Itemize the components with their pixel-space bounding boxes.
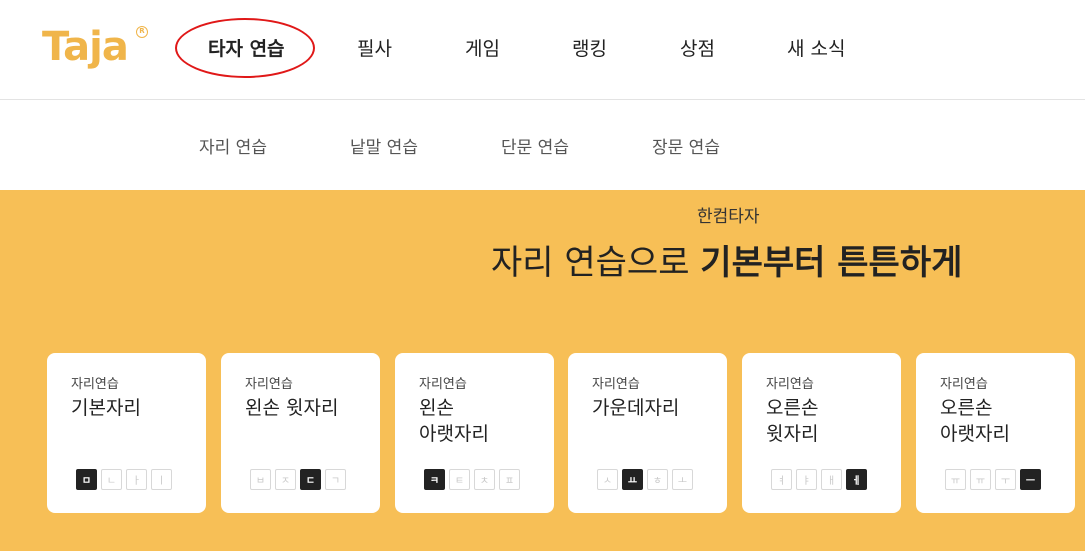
key-row: ㅕㅑㅐㅔ [771, 469, 867, 490]
key-cap: ㅔ [846, 469, 867, 490]
key-cap: ㅕ [771, 469, 792, 490]
key-cap: ㄷ [300, 469, 321, 490]
key-row: ㅅㅛㅎㅗ [597, 469, 693, 490]
nav-item-shop[interactable]: 상점 [680, 36, 715, 62]
nav-item-news[interactable]: 새 소식 [787, 36, 845, 62]
key-row: ㅁㄴㅏㅣ [76, 469, 172, 490]
card-title: 가운데자리 [592, 397, 680, 419]
card-title: 기본자리 [71, 397, 141, 419]
card-kicker: 자리연습 [71, 377, 119, 392]
practice-card[interactable]: 자리연습왼손 아랫자리 ㅋㅌㅊㅍ [395, 353, 554, 513]
nav-item-ranking[interactable]: 랭킹 [572, 36, 607, 62]
card-kicker: 자리연습 [419, 377, 467, 392]
card-kicker: 자리연습 [592, 377, 640, 392]
key-cap: ㅠ [945, 469, 966, 490]
card-title: 왼손 윗자리 [245, 397, 339, 419]
key-cap: ㅣ [151, 469, 172, 490]
card-title: 오른손 아랫자리 [940, 397, 1010, 445]
site-header: Taja R 타자 연습 필사 게임 랭킹 상점 새 소식 [0, 0, 1085, 100]
sub-nav: 자리 연습 낱말 연습 단문 연습 장문 연습 [0, 101, 1085, 189]
key-row: ㅂㅈㄷㄱ [250, 469, 346, 490]
practice-card[interactable]: 자리연습 오른손 아랫자리 ㅠㅠㅜㅡ [916, 353, 1075, 513]
card-kicker: 자리연습 [766, 377, 814, 392]
key-row: ㅋㅌㅊㅍ [424, 469, 520, 490]
practice-card[interactable]: 자리연습오른손 윗자리 ㅕㅑㅐㅔ [742, 353, 901, 513]
card-title: 오른손 윗자리 [766, 397, 819, 445]
headline-light: 자리 연습으로 [491, 243, 701, 283]
main-nav: 타자 연습 필사 게임 랭킹 상점 새 소식 [0, 0, 1085, 100]
key-cap: ㅡ [1020, 469, 1041, 490]
key-cap: ㅍ [499, 469, 520, 490]
subnav-item-short-sentence[interactable]: 단문 연습 [501, 133, 569, 158]
key-cap: ㅠ [970, 469, 991, 490]
subnav-item-long-text[interactable]: 장문 연습 [652, 133, 720, 158]
headline-bold: 기본부터 튼튼하게 [700, 243, 963, 283]
subnav-item-key-position[interactable]: 자리 연습 [199, 133, 267, 158]
nav-item-game[interactable]: 게임 [465, 36, 500, 62]
key-cap: ㅏ [126, 469, 147, 490]
subnav-item-word[interactable]: 낱말 연습 [350, 133, 418, 158]
key-cap: ㅛ [622, 469, 643, 490]
key-cap: ㄴ [101, 469, 122, 490]
key-cap: ㅋ [424, 469, 445, 490]
key-cap: ㅂ [250, 469, 271, 490]
key-cap: ㅐ [821, 469, 842, 490]
practice-card[interactable]: 자리연습가운데자리 ㅅㅛㅎㅗ [568, 353, 727, 513]
key-cap: ㅅ [597, 469, 618, 490]
key-cap: ㅈ [275, 469, 296, 490]
nav-label: 타자 연습 [208, 38, 285, 60]
key-cap: ㅑ [796, 469, 817, 490]
hero-banner: 한컴타자 자리 연습으로 기본부터 튼튼하게 자리연습기본자리 ㅁㄴㅏㅣ 자리연습왼… [0, 190, 1085, 551]
practice-card[interactable]: 자리연습왼손 윗자리 ㅂㅈㄷㄱ [221, 353, 380, 513]
key-cap: ㅜ [995, 469, 1016, 490]
practice-card[interactable]: 자리연습기본자리 ㅁㄴㅏㅣ [47, 353, 206, 513]
key-cap: ㅌ [449, 469, 470, 490]
key-cap: ㅗ [672, 469, 693, 490]
key-cap: ㄱ [325, 469, 346, 490]
banner-headline: 자리 연습으로 기본부터 튼튼하게 [491, 235, 962, 284]
card-kicker: 자리연습 [245, 377, 293, 392]
key-row: ㅠㅠㅜㅡ [945, 469, 1041, 490]
key-cap: ㅊ [474, 469, 495, 490]
nav-item-transcription[interactable]: 필사 [357, 36, 392, 62]
key-cap: ㅎ [647, 469, 668, 490]
nav-item-typing-practice[interactable]: 타자 연습 [198, 36, 295, 62]
card-title: 왼손 아랫자리 [419, 397, 489, 445]
card-kicker: 자리연습 [940, 377, 988, 392]
banner-brand: 한컴타자 [697, 207, 760, 227]
key-cap: ㅁ [76, 469, 97, 490]
